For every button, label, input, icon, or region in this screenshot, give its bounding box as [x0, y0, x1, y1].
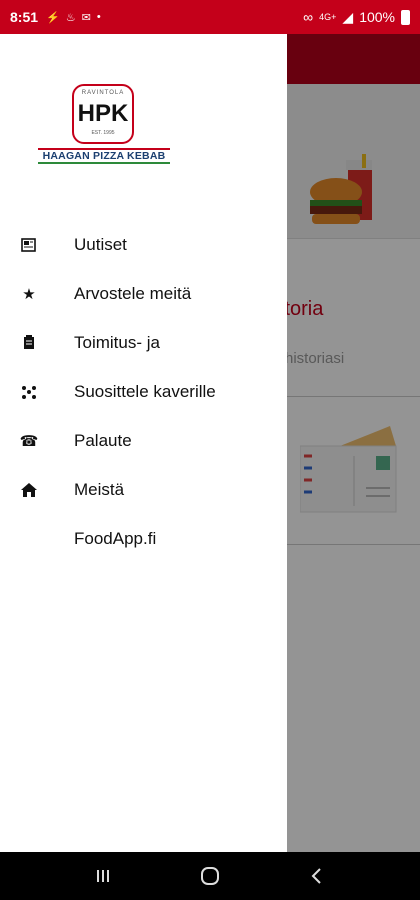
share-icon [20, 383, 38, 401]
navigation-drawer: RAVINTOLA HPK EST. 1995 HAAGAN PIZZA KEB… [0, 34, 287, 852]
menu-item-meista[interactable]: Meistä [0, 465, 287, 514]
menu-item-arvostele[interactable]: ★ Arvostele meitä [0, 269, 287, 318]
restaurant-logo: RAVINTOLA HPK EST. 1995 HAAGAN PIZZA KEB… [38, 84, 170, 164]
system-navigation-bar [0, 852, 420, 900]
menu-item-label: Meistä [74, 479, 125, 499]
menu-item-label: Palaute [74, 430, 132, 450]
home-icon [20, 481, 38, 499]
drawer-menu: Uutiset ★ Arvostele meitä Toimitus- ja S… [0, 220, 287, 563]
status-time: 8:51 [10, 9, 39, 25]
network-label: 4G+ [319, 12, 337, 22]
menu-item-label: Arvostele meitä [74, 283, 192, 303]
menu-item-label: Suosittele kaverille [74, 381, 216, 401]
back-button[interactable] [302, 861, 332, 891]
menu-item-toimitus[interactable]: Toimitus- ja [0, 318, 287, 367]
logo-small-text: RAVINTOLA [81, 90, 125, 96]
star-icon: ★ [22, 285, 36, 303]
notification-icon: ♨ [65, 11, 76, 24]
battery-percent: 100% [359, 9, 395, 25]
home-button[interactable] [195, 861, 225, 891]
newspaper-icon [20, 236, 38, 254]
logo-mark: HPK [77, 100, 129, 127]
menu-item-label: Uutiset [74, 234, 127, 254]
logo-est-text: EST. 1995 [91, 130, 115, 136]
flash-icon: ⚡ [46, 11, 60, 24]
battery-icon [401, 9, 410, 25]
clipboard-icon [20, 334, 38, 352]
menu-item-foodapp[interactable]: FoodApp.fi [0, 514, 287, 563]
dot-icon: • [96, 11, 101, 23]
notification-icons: ⚡ ♨ ✉ • [46, 11, 101, 24]
menu-item-uutiset[interactable]: Uutiset [0, 220, 287, 269]
logo-badge: RAVINTOLA HPK EST. 1995 [72, 84, 134, 144]
menu-item-label: FoodApp.fi [74, 528, 157, 548]
status-bar: 8:51 ⚡ ♨ ✉ • ∞ 4G+ ◢ 100% [0, 0, 420, 34]
menu-item-palaute[interactable]: ☎ Palaute [0, 416, 287, 465]
recent-apps-button[interactable] [88, 861, 118, 891]
menu-item-suosittele[interactable]: Suosittele kaverille [0, 367, 287, 416]
vibrate-icon: ∞ [303, 9, 314, 25]
message-icon: ✉ [81, 11, 91, 24]
menu-item-label: Toimitus- ja [74, 332, 160, 352]
phone-icon: ☎ [19, 432, 39, 450]
signal-icon: ◢ [342, 8, 354, 25]
logo-restaurant-name: HAAGAN PIZZA KEBAB [38, 148, 170, 164]
